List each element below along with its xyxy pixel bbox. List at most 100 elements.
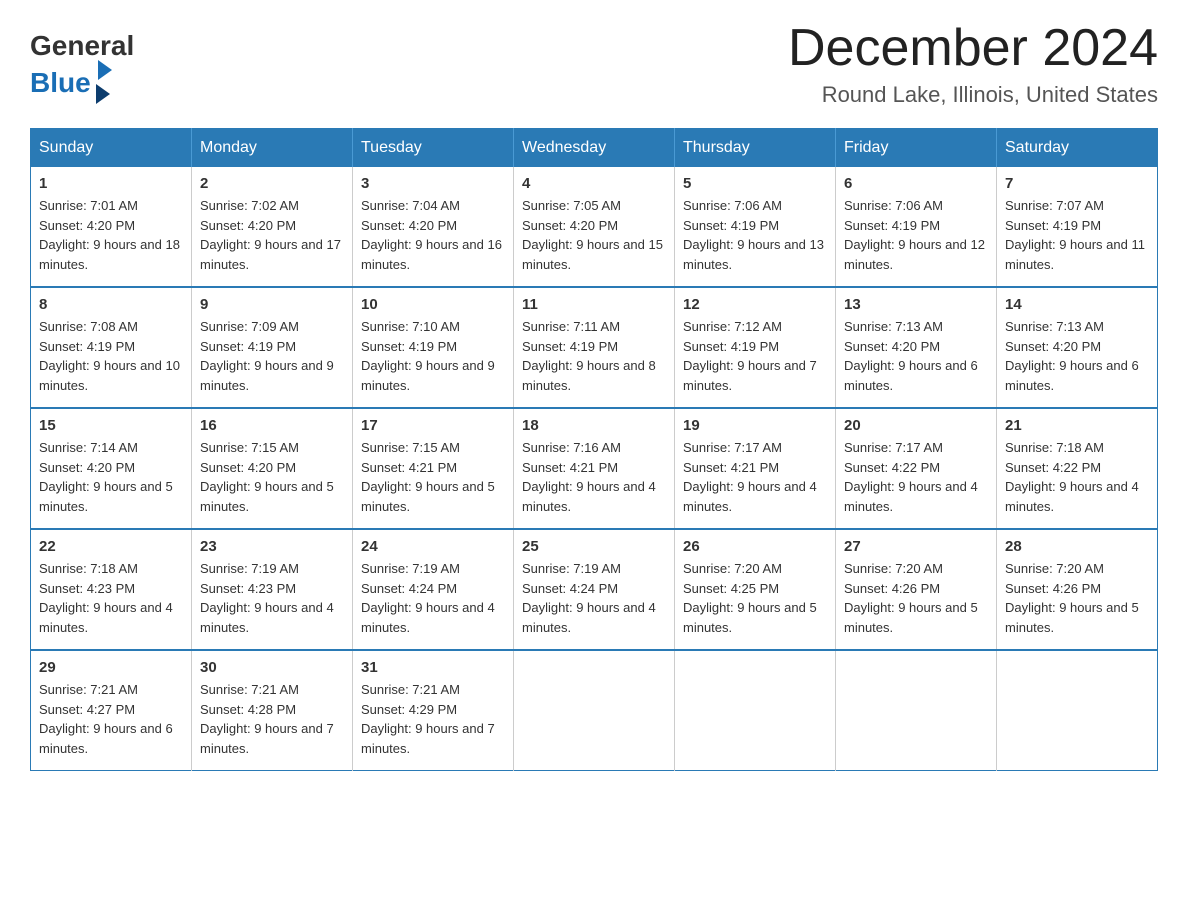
sunrise-label: Sunrise: 7:04 AM bbox=[361, 198, 460, 213]
sunset-label: Sunset: 4:21 PM bbox=[522, 460, 618, 475]
sunrise-label: Sunrise: 7:12 AM bbox=[683, 319, 782, 334]
calendar-cell bbox=[997, 650, 1158, 771]
sunset-label: Sunset: 4:20 PM bbox=[39, 218, 135, 233]
calendar-cell: 30 Sunrise: 7:21 AM Sunset: 4:28 PM Dayl… bbox=[192, 650, 353, 771]
daylight-label: Daylight: 9 hours and 10 minutes. bbox=[39, 358, 180, 393]
day-number: 8 bbox=[39, 296, 183, 313]
calendar-week-row: 29 Sunrise: 7:21 AM Sunset: 4:27 PM Dayl… bbox=[31, 650, 1158, 771]
daylight-label: Daylight: 9 hours and 5 minutes. bbox=[1005, 600, 1139, 635]
day-number: 4 bbox=[522, 175, 666, 192]
calendar-cell: 2 Sunrise: 7:02 AM Sunset: 4:20 PM Dayli… bbox=[192, 167, 353, 287]
sunset-label: Sunset: 4:26 PM bbox=[1005, 581, 1101, 596]
sunset-label: Sunset: 4:20 PM bbox=[200, 460, 296, 475]
calendar-cell: 23 Sunrise: 7:19 AM Sunset: 4:23 PM Dayl… bbox=[192, 529, 353, 650]
day-number: 24 bbox=[361, 538, 505, 555]
calendar-week-row: 8 Sunrise: 7:08 AM Sunset: 4:19 PM Dayli… bbox=[31, 287, 1158, 408]
daylight-label: Daylight: 9 hours and 4 minutes. bbox=[39, 600, 173, 635]
daylight-label: Daylight: 9 hours and 7 minutes. bbox=[361, 721, 495, 756]
daylight-label: Daylight: 9 hours and 9 minutes. bbox=[200, 358, 334, 393]
day-info: Sunrise: 7:21 AM Sunset: 4:28 PM Dayligh… bbox=[200, 680, 344, 758]
sunset-label: Sunset: 4:28 PM bbox=[200, 702, 296, 717]
sunset-label: Sunset: 4:23 PM bbox=[39, 581, 135, 596]
daylight-label: Daylight: 9 hours and 17 minutes. bbox=[200, 237, 341, 272]
day-number: 23 bbox=[200, 538, 344, 555]
day-info: Sunrise: 7:08 AM Sunset: 4:19 PM Dayligh… bbox=[39, 317, 183, 395]
col-thursday: Thursday bbox=[675, 129, 836, 168]
day-info: Sunrise: 7:06 AM Sunset: 4:19 PM Dayligh… bbox=[844, 196, 988, 274]
day-info: Sunrise: 7:20 AM Sunset: 4:25 PM Dayligh… bbox=[683, 559, 827, 637]
sunset-label: Sunset: 4:21 PM bbox=[361, 460, 457, 475]
daylight-label: Daylight: 9 hours and 5 minutes. bbox=[39, 479, 173, 514]
calendar-cell: 20 Sunrise: 7:17 AM Sunset: 4:22 PM Dayl… bbox=[836, 408, 997, 529]
sunrise-label: Sunrise: 7:11 AM bbox=[522, 319, 620, 334]
day-info: Sunrise: 7:18 AM Sunset: 4:22 PM Dayligh… bbox=[1005, 438, 1149, 516]
day-number: 22 bbox=[39, 538, 183, 555]
sunset-label: Sunset: 4:19 PM bbox=[39, 339, 135, 354]
day-info: Sunrise: 7:17 AM Sunset: 4:21 PM Dayligh… bbox=[683, 438, 827, 516]
day-info: Sunrise: 7:16 AM Sunset: 4:21 PM Dayligh… bbox=[522, 438, 666, 516]
daylight-label: Daylight: 9 hours and 5 minutes. bbox=[683, 600, 817, 635]
calendar-cell: 5 Sunrise: 7:06 AM Sunset: 4:19 PM Dayli… bbox=[675, 167, 836, 287]
calendar-cell: 12 Sunrise: 7:12 AM Sunset: 4:19 PM Dayl… bbox=[675, 287, 836, 408]
col-tuesday: Tuesday bbox=[353, 129, 514, 168]
calendar-cell: 14 Sunrise: 7:13 AM Sunset: 4:20 PM Dayl… bbox=[997, 287, 1158, 408]
month-title: December 2024 bbox=[788, 20, 1158, 77]
sunrise-label: Sunrise: 7:13 AM bbox=[1005, 319, 1104, 334]
day-number: 17 bbox=[361, 417, 505, 434]
calendar-body: 1 Sunrise: 7:01 AM Sunset: 4:20 PM Dayli… bbox=[31, 167, 1158, 771]
daylight-label: Daylight: 9 hours and 18 minutes. bbox=[39, 237, 180, 272]
sunrise-label: Sunrise: 7:09 AM bbox=[200, 319, 299, 334]
day-number: 25 bbox=[522, 538, 666, 555]
calendar-cell: 15 Sunrise: 7:14 AM Sunset: 4:20 PM Dayl… bbox=[31, 408, 192, 529]
sunset-label: Sunset: 4:20 PM bbox=[1005, 339, 1101, 354]
daylight-label: Daylight: 9 hours and 8 minutes. bbox=[522, 358, 656, 393]
sunset-label: Sunset: 4:19 PM bbox=[1005, 218, 1101, 233]
calendar-cell: 26 Sunrise: 7:20 AM Sunset: 4:25 PM Dayl… bbox=[675, 529, 836, 650]
daylight-label: Daylight: 9 hours and 6 minutes. bbox=[844, 358, 978, 393]
day-number: 9 bbox=[200, 296, 344, 313]
sunset-label: Sunset: 4:27 PM bbox=[39, 702, 135, 717]
calendar-cell: 7 Sunrise: 7:07 AM Sunset: 4:19 PM Dayli… bbox=[997, 167, 1158, 287]
day-number: 2 bbox=[200, 175, 344, 192]
sunrise-label: Sunrise: 7:19 AM bbox=[522, 561, 621, 576]
day-number: 21 bbox=[1005, 417, 1149, 434]
sunset-label: Sunset: 4:19 PM bbox=[683, 218, 779, 233]
day-number: 10 bbox=[361, 296, 505, 313]
calendar-cell bbox=[514, 650, 675, 771]
day-info: Sunrise: 7:12 AM Sunset: 4:19 PM Dayligh… bbox=[683, 317, 827, 395]
calendar-cell: 11 Sunrise: 7:11 AM Sunset: 4:19 PM Dayl… bbox=[514, 287, 675, 408]
sunrise-label: Sunrise: 7:14 AM bbox=[39, 440, 138, 455]
calendar-cell: 25 Sunrise: 7:19 AM Sunset: 4:24 PM Dayl… bbox=[514, 529, 675, 650]
daylight-label: Daylight: 9 hours and 7 minutes. bbox=[200, 721, 334, 756]
sunrise-label: Sunrise: 7:01 AM bbox=[39, 198, 138, 213]
sunrise-label: Sunrise: 7:15 AM bbox=[200, 440, 299, 455]
day-info: Sunrise: 7:10 AM Sunset: 4:19 PM Dayligh… bbox=[361, 317, 505, 395]
sunset-label: Sunset: 4:20 PM bbox=[200, 218, 296, 233]
sunrise-label: Sunrise: 7:18 AM bbox=[1005, 440, 1104, 455]
daylight-label: Daylight: 9 hours and 5 minutes. bbox=[200, 479, 334, 514]
day-number: 31 bbox=[361, 659, 505, 676]
logo-arrow-top-icon bbox=[98, 60, 112, 80]
day-info: Sunrise: 7:05 AM Sunset: 4:20 PM Dayligh… bbox=[522, 196, 666, 274]
daylight-label: Daylight: 9 hours and 15 minutes. bbox=[522, 237, 663, 272]
calendar-cell: 24 Sunrise: 7:19 AM Sunset: 4:24 PM Dayl… bbox=[353, 529, 514, 650]
day-number: 12 bbox=[683, 296, 827, 313]
day-info: Sunrise: 7:07 AM Sunset: 4:19 PM Dayligh… bbox=[1005, 196, 1149, 274]
calendar-week-row: 15 Sunrise: 7:14 AM Sunset: 4:20 PM Dayl… bbox=[31, 408, 1158, 529]
sunrise-label: Sunrise: 7:21 AM bbox=[200, 682, 299, 697]
day-number: 16 bbox=[200, 417, 344, 434]
sunrise-label: Sunrise: 7:07 AM bbox=[1005, 198, 1104, 213]
header-row: Sunday Monday Tuesday Wednesday Thursday… bbox=[31, 129, 1158, 168]
calendar-week-row: 22 Sunrise: 7:18 AM Sunset: 4:23 PM Dayl… bbox=[31, 529, 1158, 650]
sunrise-label: Sunrise: 7:21 AM bbox=[39, 682, 138, 697]
day-info: Sunrise: 7:14 AM Sunset: 4:20 PM Dayligh… bbox=[39, 438, 183, 516]
day-number: 18 bbox=[522, 417, 666, 434]
daylight-label: Daylight: 9 hours and 5 minutes. bbox=[361, 479, 495, 514]
sunrise-label: Sunrise: 7:19 AM bbox=[200, 561, 299, 576]
calendar-cell: 1 Sunrise: 7:01 AM Sunset: 4:20 PM Dayli… bbox=[31, 167, 192, 287]
sunset-label: Sunset: 4:20 PM bbox=[39, 460, 135, 475]
day-number: 30 bbox=[200, 659, 344, 676]
calendar-cell bbox=[836, 650, 997, 771]
day-number: 26 bbox=[683, 538, 827, 555]
calendar-week-row: 1 Sunrise: 7:01 AM Sunset: 4:20 PM Dayli… bbox=[31, 167, 1158, 287]
